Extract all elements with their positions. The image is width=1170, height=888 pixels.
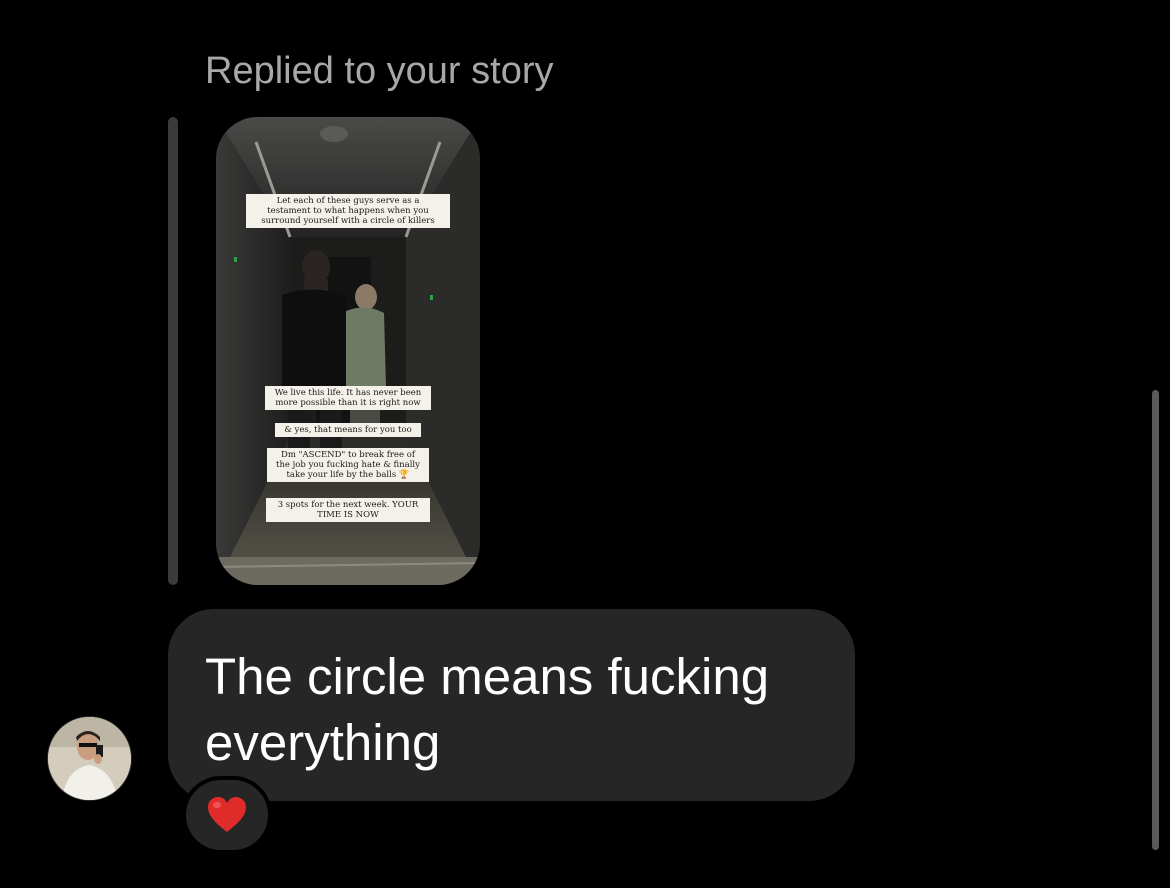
reply-context-label: Replied to your story xyxy=(205,50,554,92)
message-text: The circle means fucking everything xyxy=(205,648,770,771)
story-caption: We live this life. It has never been mor… xyxy=(265,386,431,410)
avatar-photo xyxy=(48,717,131,800)
story-caption: Dm "ASCEND" to break free of the job you… xyxy=(267,448,429,482)
story-thumbnail[interactable]: Let each of these guys serve as a testam… xyxy=(216,117,480,585)
heart-reaction[interactable] xyxy=(182,776,272,854)
avatar[interactable] xyxy=(48,717,131,800)
scrollbar[interactable] xyxy=(1152,390,1159,850)
story-caption: Let each of these guys serve as a testam… xyxy=(246,194,450,228)
reply-indicator-bar xyxy=(168,117,178,585)
message-bubble[interactable]: The circle means fucking everything xyxy=(168,609,855,801)
heart-icon xyxy=(208,797,246,832)
story-caption: 3 spots for the next week. YOUR TIME IS … xyxy=(266,498,430,522)
story-caption: & yes, that means for you too xyxy=(275,423,421,437)
